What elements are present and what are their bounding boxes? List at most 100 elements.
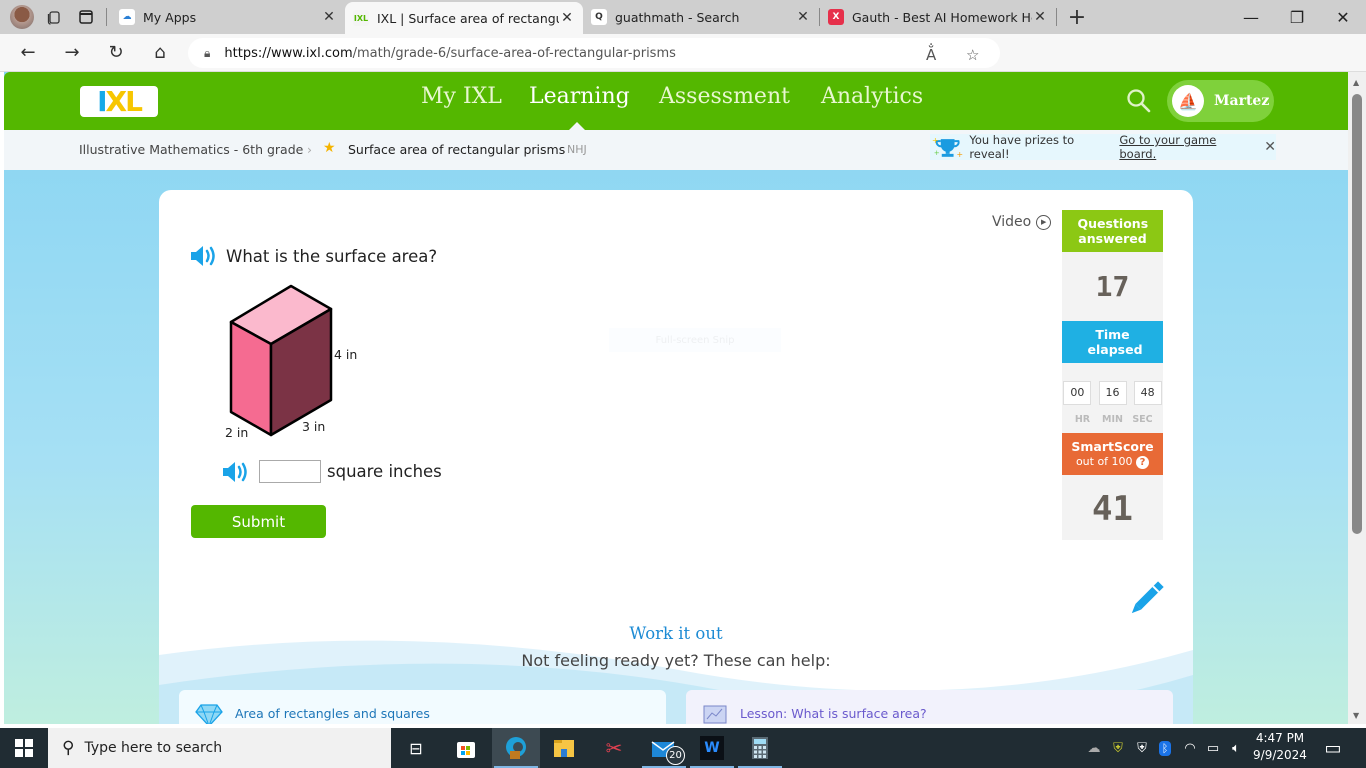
skill-code: NHJ <box>567 143 587 156</box>
arrow-right-icon: → <box>64 42 80 63</box>
answer-input[interactable] <box>259 460 321 483</box>
smartscore-subtitle: out of 100 <box>1075 455 1133 468</box>
wifi-icon[interactable]: ◠ <box>1180 728 1200 768</box>
tab-my-apps[interactable]: ☁ My Apps ✕ <box>111 0 345 34</box>
help-card-label: Area of rectangles and squares <box>235 706 430 721</box>
taskbar-store[interactable] <box>442 728 490 768</box>
active-nav-caret <box>569 122 585 130</box>
refresh-icon: ↻ <box>108 42 124 63</box>
notifications-icon[interactable]: ▭ <box>1320 728 1346 768</box>
questions-header-text: Questions answered <box>1077 216 1149 246</box>
pencil-icon[interactable] <box>1125 578 1167 620</box>
logo-i: I <box>97 84 108 118</box>
speaker-icon[interactable] <box>189 245 217 267</box>
refresh-button[interactable]: ↻ <box>94 34 138 72</box>
favorite-star-icon[interactable]: ☆ <box>966 46 979 64</box>
url-host: https://www.ixl.com <box>224 45 353 61</box>
taskbar-waves-app[interactable]: W <box>688 728 736 768</box>
scroll-down-icon[interactable]: ▼ <box>1353 711 1359 720</box>
tab-ixl[interactable]: IXL IXL | Surface area of rectangular p … <box>345 2 583 34</box>
security-shield-icon[interactable]: ⛨ <box>1108 728 1128 768</box>
taskbar-snipping-tool[interactable]: ✂ <box>590 728 638 768</box>
question-card: What is the surface area? 4 in 2 in 3 in… <box>159 190 1193 724</box>
smartscore-body: 41 <box>1062 475 1163 540</box>
restore-button[interactable]: ❐ <box>1274 0 1320 34</box>
windows-taskbar: ⚲ Type here to search ⊟ ✂ 20 W ☁ ⛨ ⛨ ᛒ ◠… <box>0 728 1366 768</box>
sailboat-avatar-icon: ⛵ <box>1172 85 1204 117</box>
nav-my-ixl[interactable]: My IXL <box>421 84 502 109</box>
onedrive-off-icon[interactable]: ☁ <box>1083 728 1105 768</box>
close-tab-icon[interactable]: ✕ <box>1032 9 1048 25</box>
taskbar-edge[interactable] <box>492 728 540 768</box>
close-banner-icon[interactable]: ✕ <box>1264 139 1276 155</box>
nav-learning[interactable]: Learning <box>529 84 630 109</box>
breadcrumb: Illustrative Mathematics - 6th grade › ★… <box>4 130 1348 170</box>
system-clock[interactable]: 4:47 PM 9/9/2024 <box>1240 730 1320 764</box>
smartscore-header: SmartScore out of 100 ? <box>1062 433 1163 475</box>
battery-icon[interactable]: ▭ <box>1203 728 1223 768</box>
back-button[interactable]: ← <box>6 34 50 72</box>
trophy-icon: + + + <box>932 136 963 159</box>
question-text: What is the surface area? <box>226 246 438 266</box>
bluetooth-icon[interactable]: ᛒ <box>1156 728 1174 768</box>
windows-logo-icon <box>15 739 33 757</box>
taskbar-calculator[interactable] <box>736 728 784 768</box>
address-bar[interactable]: 🔒︎ https://www.ixl.com/math/grade-6/surf… <box>188 38 1000 68</box>
submit-button[interactable]: Submit <box>191 505 326 538</box>
home-button[interactable]: ⌂ <box>138 34 182 72</box>
help-card-skill[interactable]: Area of rectangles and squares <box>179 690 666 724</box>
close-tab-icon[interactable]: ✕ <box>559 10 575 26</box>
answer-unit: square inches <box>327 462 442 481</box>
scroll-up-icon[interactable]: ▲ <box>1353 78 1359 87</box>
ixl-icon: IXL <box>353 10 369 26</box>
dimension-depth-label: 2 in <box>225 425 249 440</box>
answer-row: square inches <box>221 460 442 483</box>
start-button[interactable] <box>0 728 48 768</box>
waves-icon: W <box>700 736 724 760</box>
new-tab-button[interactable]: + <box>1057 0 1097 34</box>
taskbar-mail[interactable]: 20 <box>640 728 688 768</box>
defender-icon[interactable]: ⛨ <box>1131 728 1153 768</box>
speaker-icon[interactable] <box>221 461 249 483</box>
read-aloud-icon[interactable]: A̐ <box>926 46 936 64</box>
snipping-tool-icon: ✂ <box>605 736 623 760</box>
close-window-button[interactable]: ✕ <box>1320 0 1366 34</box>
game-board-link[interactable]: Go to your game board. <box>1119 133 1254 161</box>
video-link[interactable]: Video ▶ <box>992 214 1052 230</box>
close-tab-icon[interactable]: ✕ <box>321 9 337 25</box>
taskbar-search-box[interactable]: ⚲ Type here to search <box>48 728 391 768</box>
tab-gauth[interactable]: X Gauth - Best AI Homework Helper ✕ <box>820 0 1056 34</box>
workspaces-button[interactable] <box>38 0 70 34</box>
tab-actions-button[interactable] <box>70 0 102 34</box>
task-view-button[interactable]: ⊟ <box>392 728 440 768</box>
minimize-button[interactable]: — <box>1228 0 1274 34</box>
tab-search[interactable]: Q guathmath - Search ✕ <box>583 0 819 34</box>
page-scrollbar[interactable]: ▲ ▼ <box>1348 72 1366 724</box>
workspaces-icon <box>47 11 60 25</box>
help-card-lesson[interactable]: Lesson: What is surface area? <box>686 690 1173 724</box>
scrollbar-thumb[interactable] <box>1352 94 1362 534</box>
breadcrumb-parent-link[interactable]: Illustrative Mathematics - 6th grade <box>79 142 303 157</box>
rectangular-prism-figure <box>229 284 333 437</box>
profile-avatar[interactable] <box>6 0 38 34</box>
taskbar-file-explorer[interactable] <box>540 728 588 768</box>
user-menu-button[interactable]: ⛵ Martez <box>1167 80 1274 122</box>
webpage: I XL My IXL Learning Assessment Analytics… <box>4 72 1348 724</box>
tab-separator <box>106 8 107 26</box>
folder-icon <box>554 740 574 757</box>
nav-analytics[interactable]: Analytics <box>821 84 923 109</box>
mail-badge: 20 <box>666 746 685 765</box>
search-icon[interactable] <box>1126 88 1152 114</box>
video-label: Video <box>992 214 1032 230</box>
prize-text: You have prizes to reveal! <box>969 133 1075 161</box>
nav-assessment[interactable]: Assessment <box>659 84 790 109</box>
help-question-icon[interactable]: ? <box>1136 456 1150 469</box>
close-tab-icon[interactable]: ✕ <box>795 9 811 25</box>
calculator-icon <box>752 737 768 759</box>
forward-button[interactable]: → <box>50 34 94 72</box>
search-icon: Q <box>591 9 607 25</box>
svg-text:+: + <box>956 150 963 159</box>
min-label: MIN <box>1102 414 1123 425</box>
snip-overlay: Full-screen Snip <box>609 328 781 352</box>
ixl-logo[interactable]: I XL <box>80 86 158 117</box>
